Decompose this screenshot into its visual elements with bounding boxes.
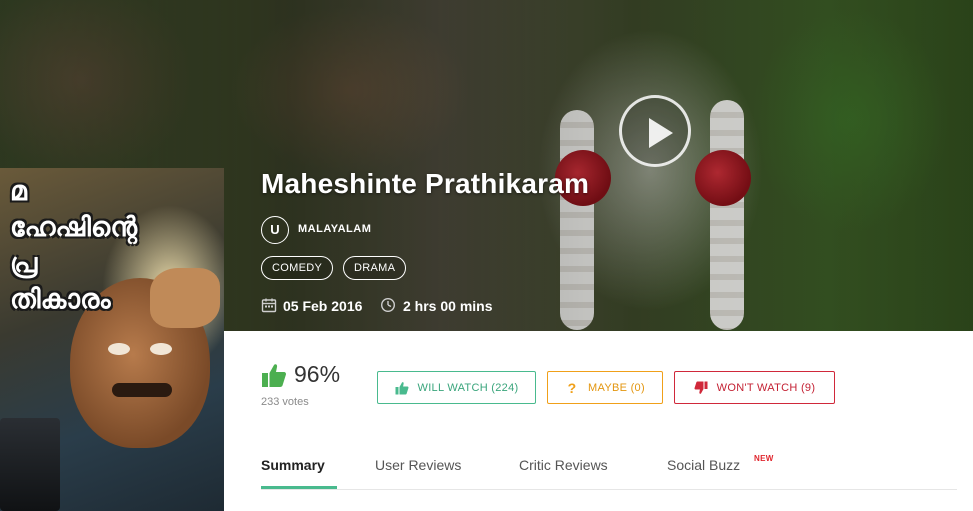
play-trailer-button[interactable] [619, 95, 691, 167]
play-icon [649, 118, 673, 148]
votes-count: 233 votes [261, 396, 309, 408]
poster-title-logo: മഹേഷിന്റെ പ്രതികാരം [10, 176, 138, 315]
poster-mustache [112, 383, 172, 397]
poster-camera [0, 418, 60, 511]
maybe-label: MAYBE (0) [588, 381, 645, 394]
tabs-divider [261, 489, 957, 490]
tab-user-reviews[interactable]: User Reviews [375, 457, 461, 473]
duration: 2 hrs 00 mins [403, 298, 493, 314]
poster-eye-right [150, 343, 172, 355]
rating-percent: 96% [294, 361, 341, 387]
new-badge: NEW [754, 454, 774, 463]
thumbs-up-icon [262, 364, 286, 387]
thumbs-down-icon [694, 381, 708, 394]
calendar-icon [261, 298, 277, 313]
will-watch-button[interactable]: WILL WATCH (224) [377, 371, 536, 404]
active-tab-indicator [261, 486, 337, 489]
poster-hand [150, 268, 220, 328]
release-date: 05 Feb 2016 [283, 298, 363, 314]
genre-tag-drama[interactable]: DRAMA [343, 256, 407, 280]
language-label: MALAYALAM [298, 223, 372, 235]
movie-title: Maheshinte Prathikaram [261, 168, 590, 199]
genre-tag-comedy[interactable]: COMEDY [261, 256, 334, 280]
tab-critic-reviews[interactable]: Critic Reviews [519, 457, 608, 473]
certificate-badge: U [261, 216, 289, 244]
tab-social-buzz[interactable]: Social Buzz [667, 457, 740, 473]
thumbs-up-icon [395, 381, 409, 394]
poster-eye-left [108, 343, 130, 355]
question-icon: ? [567, 379, 577, 396]
will-watch-label: WILL WATCH (224) [417, 381, 519, 394]
clock-icon [380, 297, 396, 313]
movie-page: മഹേഷിന്റെ പ്രതികാരം Maheshinte Prathikar… [0, 0, 973, 511]
tab-summary[interactable]: Summary [261, 457, 325, 473]
maybe-button[interactable]: ? MAYBE (0) [547, 371, 663, 404]
wont-watch-label: WON'T WATCH (9) [716, 381, 816, 394]
movie-poster[interactable]: മഹേഷിന്റെ പ്രതികാരം [0, 168, 224, 511]
wont-watch-button[interactable]: WON'T WATCH (9) [674, 371, 835, 404]
